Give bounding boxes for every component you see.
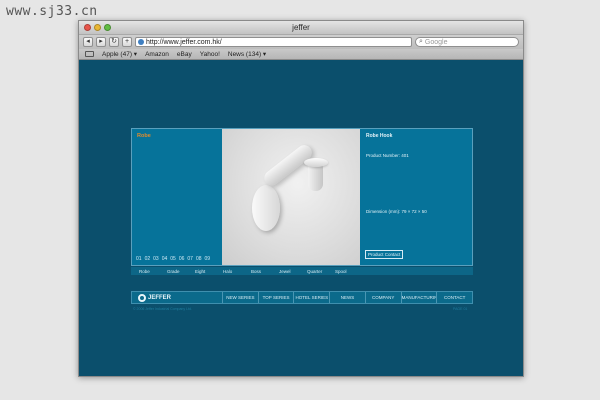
jeffer-logo[interactable]: JEFFER (132, 293, 222, 302)
main-nav-bar: JEFFER NEW SERIES TOP SERIES HOTEL SERIE… (131, 291, 473, 304)
page-number[interactable]: 06 (179, 256, 185, 262)
page-numbers: 01 02 03 04 05 06 07 08 09 (136, 256, 210, 262)
page-number[interactable]: 01 (136, 256, 142, 262)
page-number[interactable]: 02 (145, 256, 151, 262)
series-item[interactable]: Spool (335, 269, 363, 274)
browser-toolbar: ◂ ▸ ↻ + http://www.jeffer.com.hk/ ⌕ Goog… (79, 35, 523, 49)
product-number: Product Number: 401 (366, 153, 409, 158)
product-info: Robe Hook Product Number: 401 Dimension … (360, 129, 472, 265)
page-number[interactable]: 04 (162, 256, 168, 262)
product-left-column: Robe 01 02 03 04 05 06 07 08 09 (132, 129, 222, 265)
browser-window: jeffer ◂ ▸ ↻ + http://www.jeffer.com.hk/… (78, 20, 524, 377)
series-item[interactable]: Grade (167, 269, 195, 274)
logo-text: JEFFER (148, 294, 172, 301)
url-text: http://www.jeffer.com.hk/ (146, 38, 222, 46)
bookmark-amazon[interactable]: Amazon (145, 51, 169, 58)
address-bar[interactable]: http://www.jeffer.com.hk/ (135, 37, 412, 47)
nav-manufacturing[interactable]: MANUFACTURING (400, 292, 436, 303)
page-content: Robe 01 02 03 04 05 06 07 08 09 Robe Hoo… (79, 60, 523, 376)
nav-top-series[interactable]: TOP SERIES (257, 292, 294, 303)
main-nav: NEW SERIES TOP SERIES HOTEL SERIES NEWS … (222, 292, 472, 303)
product-brand: Robe (137, 133, 151, 139)
product-dimension: Dimension (mm): 79 × 72 × 50 (366, 209, 427, 214)
product-contact-button[interactable]: Product Contact (365, 250, 404, 259)
bookmark-news[interactable]: News (134) ▾ (228, 50, 266, 58)
series-nav: Robe Grade Eight Halo Boss Jewel Quarter… (131, 267, 473, 275)
series-item[interactable]: Halo (223, 269, 251, 274)
bookmarks-book-icon[interactable] (85, 51, 94, 57)
product-title: Robe Hook (366, 133, 393, 139)
page-number[interactable]: 05 (170, 256, 176, 262)
reload-button[interactable]: ↻ (109, 37, 119, 47)
forward-button[interactable]: ▸ (96, 37, 106, 47)
hook-wall-plate (252, 185, 280, 231)
search-placeholder: Google (424, 38, 448, 46)
nav-company[interactable]: COMPANY (364, 292, 401, 303)
bookmarks-bar: Apple (47) ▾ Amazon eBay Yahoo! News (13… (79, 49, 523, 60)
product-panel: Robe 01 02 03 04 05 06 07 08 09 Robe Hoo… (131, 128, 473, 266)
series-item[interactable]: Boss (251, 269, 279, 274)
bookmark-yahoo[interactable]: Yahoo! (200, 51, 220, 58)
page-number[interactable]: 07 (187, 256, 193, 262)
series-item[interactable]: Robe (139, 269, 167, 274)
copyright-text: © 2006 Jeffer Industrial Company Ltd. (133, 307, 192, 311)
product-photo (222, 129, 360, 265)
search-icon: ⌕ (419, 38, 423, 45)
search-field[interactable]: ⌕ Google (415, 37, 519, 47)
nav-new-series[interactable]: NEW SERIES (222, 292, 258, 303)
title-bar: jeffer (79, 21, 523, 35)
series-item[interactable]: Jewel (279, 269, 307, 274)
hook-cap (304, 158, 328, 167)
series-item[interactable]: Eight (195, 269, 223, 274)
series-item[interactable]: Quarter (307, 269, 335, 274)
nav-news[interactable]: NEWS (329, 292, 365, 303)
bookmark-ebay[interactable]: eBay (177, 51, 192, 58)
page-number[interactable]: 09 (205, 256, 211, 262)
bookmark-apple[interactable]: Apple (47) ▾ (102, 50, 137, 58)
watermark-text: www.sj33.cn (6, 4, 98, 19)
page-number[interactable]: 03 (153, 256, 159, 262)
add-bookmark-button[interactable]: + (122, 37, 132, 47)
globe-icon (138, 39, 144, 45)
nav-contact[interactable]: CONTACT (436, 292, 472, 303)
page-number[interactable]: 08 (196, 256, 202, 262)
footer-right-text: PAGE 01 (453, 307, 468, 311)
back-button[interactable]: ◂ (83, 37, 93, 47)
jeffer-logo-icon (138, 293, 146, 302)
nav-hotel-series[interactable]: HOTEL SERIES (293, 292, 329, 303)
window-title: jeffer (292, 23, 310, 32)
